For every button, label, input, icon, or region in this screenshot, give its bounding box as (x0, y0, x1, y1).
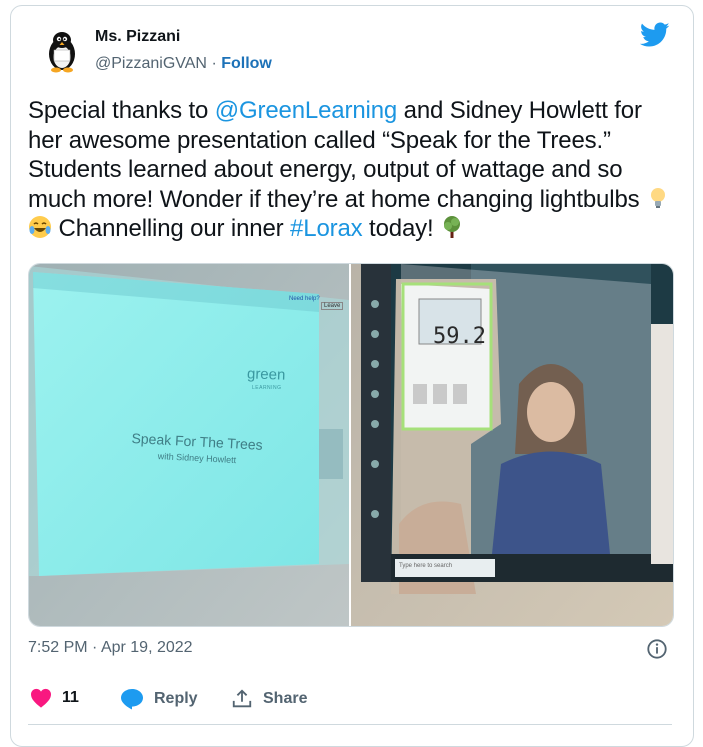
reply-bubble-icon (121, 689, 143, 710)
handle-separator: · (211, 55, 217, 72)
meter-reading: 59.2 (433, 324, 486, 349)
lightbulb-emoji-icon (651, 187, 666, 208)
mention-greenlearning[interactable]: @GreenLearning (215, 97, 398, 124)
tweet-timestamp[interactable]: 7:52 PM · Apr 19, 2022 (28, 639, 193, 657)
green-learning-logo-sub: LEARNING (252, 385, 282, 391)
bottom-divider (28, 724, 672, 725)
hashtag-lorax[interactable]: #Lorax (290, 215, 363, 242)
author-handle[interactable]: @PizzaniGVAN (95, 55, 207, 72)
like-button[interactable]: 11 (30, 688, 79, 708)
share-icon (232, 689, 252, 708)
tweet-photos: Need help? Leave green LEARNING Speak Fo… (28, 263, 674, 627)
tweet-time: 7:52 PM (28, 639, 88, 656)
author-handle-row: @PizzaniGVAN · Follow (95, 55, 272, 73)
photo-right[interactable]: 59.2 Type here to search (351, 264, 673, 626)
like-count: 11 (62, 689, 79, 706)
share-label: Share (263, 690, 308, 707)
tweet-text-part: today! (362, 215, 441, 242)
timestamp-separator: · (92, 639, 98, 656)
green-learning-logo: green (246, 365, 286, 384)
author-name[interactable]: Ms. Pizzani (95, 28, 180, 46)
tweet-text-part: Special thanks to (28, 97, 215, 124)
penguin-avatar-icon (38, 26, 86, 74)
need-help-link: Need help? (289, 296, 320, 302)
twitter-logo-icon[interactable] (640, 22, 670, 48)
taskbar-search: Type here to search (399, 563, 453, 569)
reply-button[interactable]: Reply (120, 688, 198, 710)
info-icon[interactable] (646, 638, 668, 660)
photo-left[interactable]: Need help? Leave green LEARNING Speak Fo… (29, 264, 349, 626)
heart-icon (31, 688, 51, 708)
tweet-text: Special thanks to @GreenLearning and Sid… (28, 96, 678, 244)
share-button[interactable]: Share (231, 688, 307, 710)
author-avatar[interactable] (38, 26, 86, 74)
reply-label: Reply (154, 690, 198, 707)
tree-emoji-icon (444, 216, 461, 238)
follow-button[interactable]: Follow (221, 55, 272, 72)
photo-right-image (351, 264, 673, 626)
tweet-date: Apr 19, 2022 (100, 639, 193, 656)
tweet-text-part: Channelling our inner (52, 215, 291, 242)
leave-button: Leave (321, 302, 344, 310)
tears-of-joy-emoji-icon (29, 216, 51, 238)
